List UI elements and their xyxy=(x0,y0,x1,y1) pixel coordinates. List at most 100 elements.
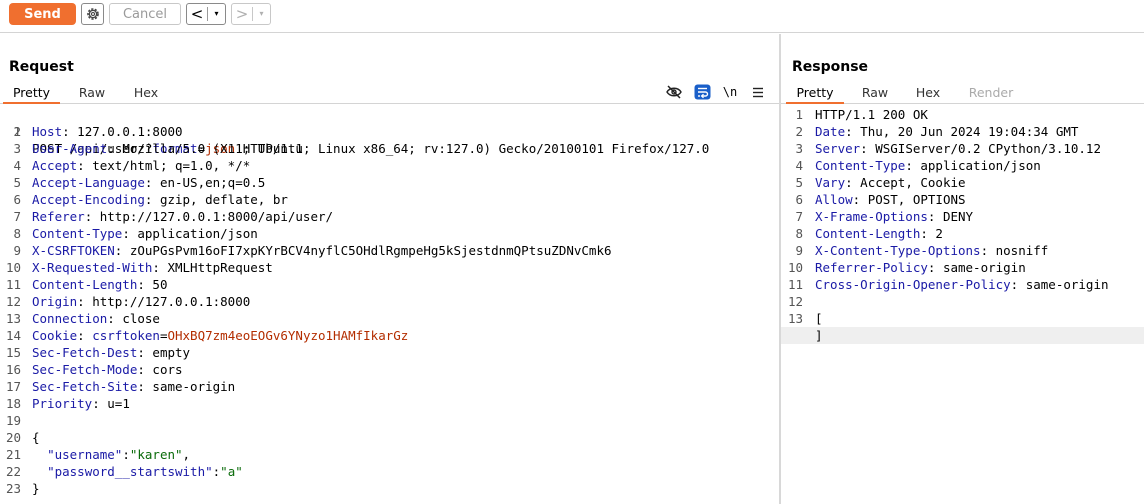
code-line: 19 xyxy=(0,412,779,429)
cookie-separator: : xyxy=(77,328,93,343)
line-number: 18 xyxy=(5,396,21,411)
response-tab-render[interactable]: Render xyxy=(961,82,1021,103)
json-key: "username" xyxy=(47,447,123,462)
request-menu-button[interactable] xyxy=(748,82,768,102)
request-tab-raw[interactable]: Raw xyxy=(66,82,118,103)
request-tab-pretty[interactable]: Pretty xyxy=(3,82,60,104)
response-tab-hex[interactable]: Hex xyxy=(903,82,953,103)
code-line: 9 X-CSRFTOKEN: zOuPGsPvm16oFI7xpKYrBCV4ny… xyxy=(0,242,779,259)
request-title: Request xyxy=(9,59,74,75)
header-line: X-Requested-With: XMLHttpRequest xyxy=(32,260,273,275)
header-name: X-Frame-Options xyxy=(815,209,928,224)
line-number: 3 xyxy=(13,141,21,156)
header-line: X-Frame-Options: DENY xyxy=(815,209,974,224)
header-name: Cross-Origin-Opener-Policy xyxy=(815,277,1011,292)
code-line: 11 Cross-Origin-Opener-Policy: same-origi… xyxy=(781,276,1144,293)
code-line: 4 Accept: text/html; q=1.0, */* xyxy=(0,157,779,174)
line-number: 1 xyxy=(795,107,803,122)
header-name: Content-Type xyxy=(32,226,123,241)
header-line: Origin: http://127.0.0.1:8000 xyxy=(32,294,251,309)
header-value: en-US,en;q=0.5 xyxy=(152,175,266,190)
header-value: DENY xyxy=(935,209,974,224)
header-name: Origin xyxy=(32,294,78,309)
header-value: close xyxy=(114,311,160,326)
code-line: 14 Cookie: csrftoken=OHxBQ7zm4eoEOGv6YNyz… xyxy=(0,327,779,344)
line-number: 17 xyxy=(5,379,21,394)
header-line: Host: 127.0.0.1:8000 xyxy=(32,124,183,139)
request-panel: Request Pretty Raw Hex \n 1 POST /api/us… xyxy=(0,34,779,504)
header-name: Accept xyxy=(32,158,78,173)
header-value: same-origin xyxy=(935,260,1026,275)
code-line: 17 Sec-Fetch-Site: same-origin xyxy=(0,378,779,395)
header-value: application/json xyxy=(912,158,1041,173)
json-open-bracket: [ xyxy=(815,311,823,326)
back-arrow-icon[interactable]: < xyxy=(187,4,207,24)
back-button[interactable]: < ▾ xyxy=(186,3,226,25)
line-number: 12 xyxy=(5,294,21,309)
header-line: Date: Thu, 20 Jun 2024 19:04:34 GMT xyxy=(815,124,1079,139)
header-value: u=1 xyxy=(99,396,130,411)
code-line: 2 Host: 127.0.0.1:8000 xyxy=(0,123,779,140)
header-name: Content-Length xyxy=(32,277,138,292)
header-line: Priority: u=1 xyxy=(32,396,130,411)
line-number: 4 xyxy=(13,158,21,173)
header-line: Server: WSGIServer/0.2 CPython/3.10.12 xyxy=(815,141,1101,156)
line-number: 2 xyxy=(795,124,803,139)
cookie-line: Cookie: csrftoken=OHxBQ7zm4eoEOGv6YNyzo1… xyxy=(32,327,408,344)
line-number: 7 xyxy=(13,209,21,224)
header-line: Referer: http://127.0.0.1:8000/api/user/ xyxy=(32,209,334,224)
header-name: Server xyxy=(815,141,861,156)
line-number: 2 xyxy=(13,124,21,139)
word-wrap-button[interactable] xyxy=(692,82,712,102)
status-line: HTTP/1.1 200 OK xyxy=(815,107,928,122)
line-number: 6 xyxy=(795,192,803,207)
line-number: 12 xyxy=(787,294,803,309)
line-number: 13 xyxy=(787,311,803,326)
code-line: 1 HTTP/1.1 200 OK xyxy=(781,106,1144,123)
back-dropdown-icon[interactable]: ▾ xyxy=(208,4,225,24)
request-editor[interactable]: 1 POST /api/user/?format=json HTTP/1.1 2… xyxy=(0,106,779,504)
json-close-brace: } xyxy=(32,481,40,496)
hide-non-printable-button[interactable] xyxy=(664,82,684,102)
response-tab-raw[interactable]: Raw xyxy=(849,82,901,103)
hamburger-menu-icon xyxy=(753,87,763,97)
code-line: 18 Priority: u=1 xyxy=(0,395,779,412)
toolbar: Send Cancel < ▾ > ▾ xyxy=(0,0,1144,33)
eye-slash-icon xyxy=(666,85,682,99)
request-tab-hex[interactable]: Hex xyxy=(121,82,171,103)
header-value: Accept, Cookie xyxy=(852,175,966,190)
line-number: 4 xyxy=(795,158,803,173)
line-number: 7 xyxy=(795,209,803,224)
settings-button[interactable] xyxy=(81,3,104,25)
response-editor[interactable]: 1 HTTP/1.1 200 OK 2 Date: Thu, 20 Jun 2024… xyxy=(781,106,1144,504)
header-value: nosniff xyxy=(988,243,1049,258)
code-line: 21 "username":"karen", xyxy=(0,446,779,463)
line-number: 20 xyxy=(5,430,21,445)
code-line: 15 Sec-Fetch-Dest: empty xyxy=(0,344,779,361)
header-line: Connection: close xyxy=(32,311,160,326)
json-key: "password__startswith" xyxy=(47,464,213,479)
show-newlines-button[interactable]: \n xyxy=(720,82,740,102)
line-number: 22 xyxy=(5,464,21,479)
header-line: Sec-Fetch-Mode: cors xyxy=(32,362,183,377)
code-line: 2 Date: Thu, 20 Jun 2024 19:04:34 GMT xyxy=(781,123,1144,140)
forward-arrow-icon[interactable]: > xyxy=(232,4,252,24)
code-line: 11 Content-Length: 50 xyxy=(0,276,779,293)
header-line: X-CSRFTOKEN: zOuPGsPvm16oFI7xpKYrBCV4nyf… xyxy=(32,243,612,258)
header-name: Host xyxy=(32,124,63,139)
header-value: text/html; q=1.0, */* xyxy=(84,158,251,173)
line-number: 23 xyxy=(5,481,21,496)
json-entry: "username":"karen", xyxy=(32,446,190,463)
line-number: 19 xyxy=(5,413,21,428)
send-button[interactable]: Send xyxy=(9,3,76,25)
forward-button[interactable]: > ▾ xyxy=(231,3,271,25)
cookie-value: OHxBQ7zm4eoEOGv6YNyzo1HAMfIkarGz xyxy=(167,328,409,343)
header-line: Sec-Fetch-Site: same-origin xyxy=(32,379,236,394)
cancel-button[interactable]: Cancel xyxy=(109,3,181,25)
code-line: 4 Content-Type: application/json xyxy=(781,157,1144,174)
code-line: 16 Sec-Fetch-Mode: cors xyxy=(0,361,779,378)
code-line: 6 Allow: POST, OPTIONS xyxy=(781,191,1144,208)
response-tab-pretty[interactable]: Pretty xyxy=(786,82,844,104)
forward-dropdown-icon[interactable]: ▾ xyxy=(253,4,270,24)
